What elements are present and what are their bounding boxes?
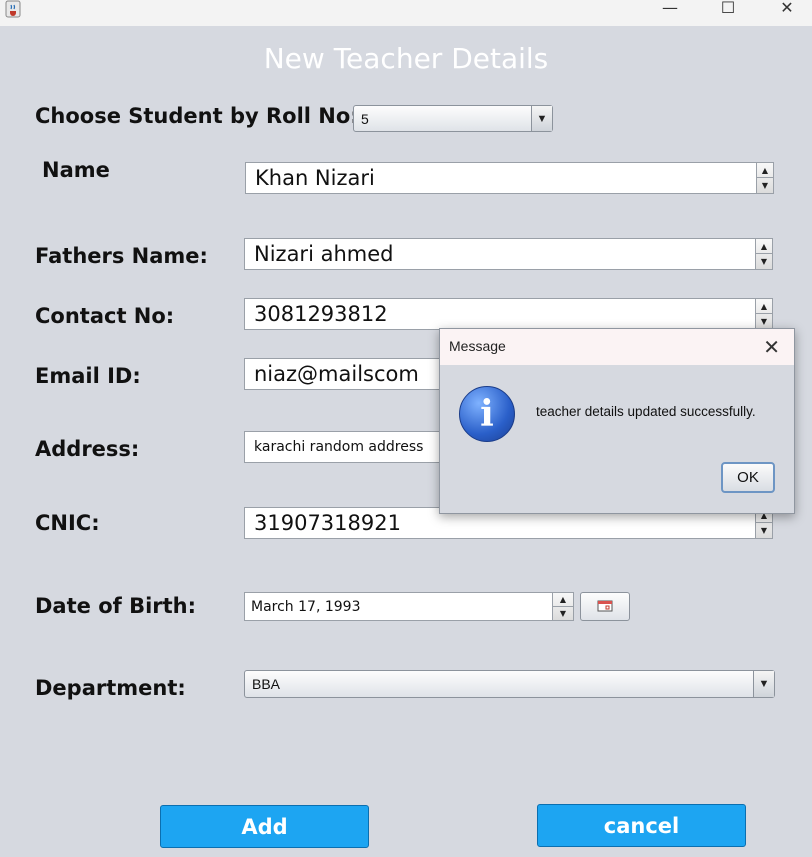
fathers-name-field[interactable]: Nizari ahmed [244, 238, 756, 270]
scroll-down-icon[interactable]: ▼ [756, 314, 772, 329]
contact-no-label: Contact No: [35, 304, 175, 328]
email-label: Email ID: [35, 364, 141, 388]
department-label: Department: [35, 676, 186, 700]
department-value: BBA [252, 676, 281, 692]
fathers-name-scrollbar[interactable]: ▲ ▼ [755, 238, 773, 270]
department-select[interactable]: BBA ▼ [244, 670, 775, 698]
scroll-down-icon[interactable]: ▼ [756, 523, 772, 538]
add-button[interactable]: Add [160, 805, 369, 848]
maximize-button[interactable]: ☐ [708, 0, 748, 18]
ok-button[interactable]: OK [721, 462, 775, 493]
window-titlebar: — ☐ ✕ [0, 0, 812, 26]
dob-spinner[interactable]: ▲ ▼ [552, 592, 574, 621]
spin-up-icon[interactable]: ▲ [553, 593, 573, 607]
java-cup-icon [4, 0, 22, 18]
scroll-down-icon[interactable]: ▼ [757, 178, 773, 193]
info-glyph: i [480, 393, 494, 435]
spin-down-icon[interactable]: ▼ [553, 607, 573, 621]
minimize-button[interactable]: — [650, 0, 690, 18]
calendar-icon [597, 597, 613, 616]
scroll-up-icon[interactable]: ▲ [756, 299, 772, 314]
roll-no-select[interactable]: 5 ▼ [353, 105, 553, 132]
dob-label: Date of Birth: [35, 594, 197, 618]
contact-no-scrollbar[interactable]: ▲ ▼ [755, 298, 773, 330]
dialog-close-button[interactable]: ✕ [763, 335, 780, 359]
name-scrollbar[interactable]: ▲ ▼ [756, 162, 774, 194]
scroll-up-icon[interactable]: ▲ [757, 163, 773, 178]
dialog-message: teacher details updated successfully. [536, 404, 756, 419]
scroll-down-icon[interactable]: ▼ [756, 254, 772, 269]
roll-no-value: 5 [361, 110, 369, 127]
chevron-down-icon[interactable]: ▼ [531, 106, 552, 131]
cancel-button[interactable]: cancel [537, 804, 746, 847]
chevron-down-icon[interactable]: ▼ [753, 671, 774, 697]
contact-no-field[interactable]: 3081293812 [244, 298, 756, 330]
address-label: Address: [35, 437, 140, 461]
info-icon: i [459, 386, 515, 442]
scroll-up-icon[interactable]: ▲ [756, 239, 772, 254]
roll-no-label: Choose Student by Roll No: [35, 104, 359, 128]
fathers-name-label: Fathers Name: [35, 244, 208, 268]
dob-field[interactable]: March 17, 1993 [244, 592, 553, 621]
page-title: New Teacher Details [263, 42, 549, 75]
dialog-title: Message [449, 338, 506, 354]
name-label: Name [42, 158, 110, 182]
window-close-button[interactable]: ✕ [767, 0, 807, 18]
dialog-titlebar: Message ✕ [440, 329, 794, 365]
message-dialog: Message ✕ i teacher details updated succ… [439, 328, 795, 514]
name-field[interactable]: Khan Nizari [245, 162, 757, 194]
calendar-button[interactable] [580, 592, 630, 621]
cnic-label: CNIC: [35, 511, 100, 535]
